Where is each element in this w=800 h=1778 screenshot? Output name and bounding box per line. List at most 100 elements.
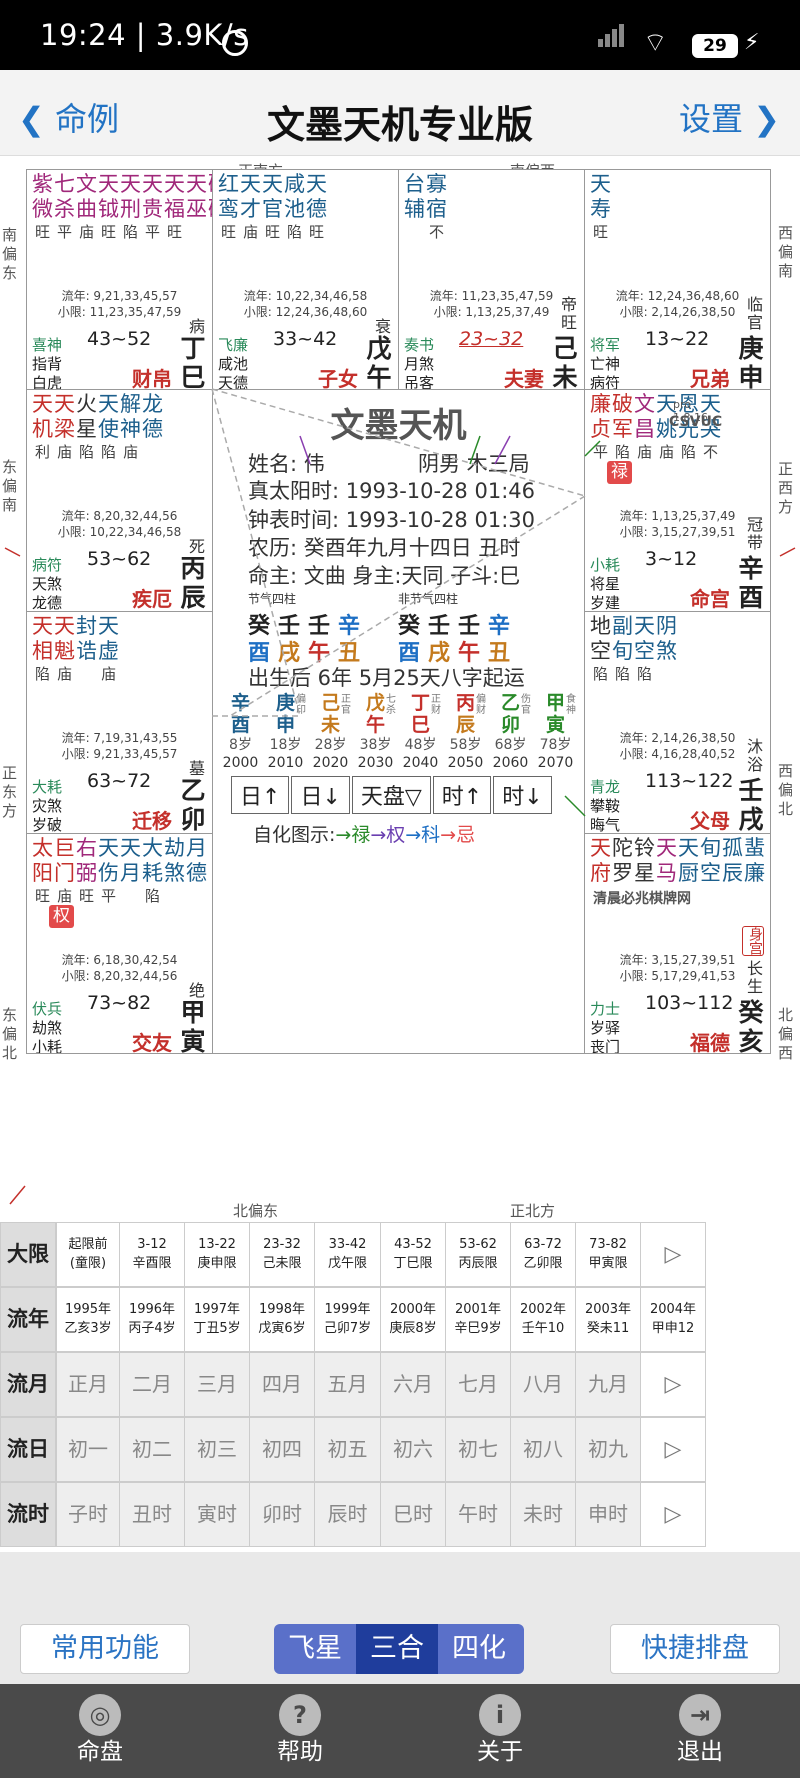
table-cell[interactable]: 八月 xyxy=(510,1352,576,1417)
table-cell[interactable]: 2000年 庚辰8岁 xyxy=(380,1287,446,1352)
palace-chen[interactable]: 天机利天梁庙火星陷天使陷解神庙龙德流年: 8,20,32,44,56 小限: 10… xyxy=(26,389,213,612)
table-cell[interactable]: 2004年 甲申12 xyxy=(640,1287,706,1352)
table-cell[interactable]: 63-72 乙卯限 xyxy=(510,1222,576,1287)
xiaoxian-ages: 小限: 3,15,27,39,51 xyxy=(619,525,736,539)
table-cell[interactable]: 33-42 戊午限 xyxy=(314,1222,381,1287)
nav-button-4[interactable]: 时↓ xyxy=(493,776,552,814)
table-cell[interactable]: 五月 xyxy=(314,1352,381,1417)
table-cell[interactable]: 2001年 辛巳9岁 xyxy=(445,1287,511,1352)
table-cell[interactable]: 初一 xyxy=(56,1417,120,1482)
table-cell[interactable]: 53-62 丙辰限 xyxy=(445,1222,511,1287)
table-cell[interactable]: 辰时 xyxy=(314,1482,381,1547)
table-cell[interactable]: 1999年 己卯7岁 xyxy=(314,1287,381,1352)
table-cell[interactable]: 1997年 丁丑5岁 xyxy=(184,1287,250,1352)
table-cell[interactable]: 初二 xyxy=(119,1417,185,1482)
table-cell[interactable]: 2002年 壬午10 xyxy=(510,1287,576,1352)
table-cell[interactable]: 起限前 (童限) xyxy=(56,1222,120,1287)
common-functions-button[interactable]: 常用功能 xyxy=(20,1624,190,1674)
segment-sihua[interactable]: 四化 xyxy=(438,1624,520,1674)
palace-god: 将星 xyxy=(590,575,621,593)
table-cell[interactable]: 七月 xyxy=(445,1352,511,1417)
table-cell[interactable]: 丑时 xyxy=(119,1482,185,1547)
dayun-year: 2030 xyxy=(357,755,394,771)
table-cell[interactable]: 九月 xyxy=(575,1352,641,1417)
table-cell[interactable]: 初六 xyxy=(380,1417,446,1482)
table-cell[interactable]: 正月 xyxy=(56,1352,120,1417)
table-cell[interactable]: 2003年 癸未11 xyxy=(575,1287,641,1352)
next-arrow-button[interactable]: ▷ xyxy=(640,1417,706,1482)
table-cell[interactable]: 卯时 xyxy=(249,1482,315,1547)
next-arrow-button[interactable]: ▷ xyxy=(640,1482,706,1547)
palace-shen[interactable]: 天寿旺流年: 12,24,36,48,60 小限: 2,14,26,38,50 13… xyxy=(584,169,771,390)
tab-2[interactable]: i 关于 xyxy=(400,1684,600,1778)
palace-god: 大耗 xyxy=(32,778,63,796)
star-name: 刑 xyxy=(120,197,141,221)
palace-xu[interactable]: 地空陷副旬陷天空陷阴煞流年: 2,14,26,38,50 小限: 4,16,28,… xyxy=(584,611,771,834)
nav-button-2[interactable]: 天盘▽ xyxy=(351,776,431,814)
star-name: 机 xyxy=(32,417,53,441)
palace-hai[interactable]: 天府陀罗铃星天马天厨旬空孤辰蜚廉清晨必兆棋牌网 身宫 流年: 3,15,27,39,… xyxy=(584,833,771,1054)
stem-branch: 己未 xyxy=(552,334,578,390)
next-arrow-button[interactable]: ▷ xyxy=(640,1222,706,1287)
table-cell[interactable]: 子时 xyxy=(56,1482,120,1547)
palace-wei[interactable]: 台辅寡宿不流年: 11,23,35,47,59 小限: 1,13,25,37,49… xyxy=(398,169,585,390)
table-cell[interactable]: 3-12 辛酉限 xyxy=(119,1222,185,1287)
tab-3[interactable]: ⇥ 退出 xyxy=(600,1684,800,1778)
table-cell[interactable]: 六月 xyxy=(380,1352,446,1417)
table-cell[interactable]: 三月 xyxy=(184,1352,250,1417)
table-cell[interactable]: 四月 xyxy=(249,1352,315,1417)
dayun-tengod: 正财 xyxy=(431,694,441,716)
table-cell[interactable]: 初三 xyxy=(184,1417,250,1482)
settings-button[interactable]: 设置 ❯ xyxy=(679,94,780,140)
table-cell[interactable]: 二月 xyxy=(119,1352,185,1417)
table-cell[interactable]: 巳时 xyxy=(380,1482,446,1547)
table-cell[interactable]: 初七 xyxy=(445,1417,511,1482)
segment-feixing[interactable]: 飞星 xyxy=(274,1624,356,1674)
table-cell[interactable]: 未时 xyxy=(510,1482,576,1547)
stem: 癸 xyxy=(248,614,271,639)
star-column: 天钺旺 xyxy=(98,172,119,242)
tab-0[interactable]: ◎ 命盘 xyxy=(0,1684,200,1778)
table-cell[interactable]: 1998年 戊寅6岁 xyxy=(249,1287,315,1352)
stem-branch: 甲寅 xyxy=(180,998,206,1054)
table-cell[interactable]: 初五 xyxy=(314,1417,381,1482)
table-cell[interactable]: 1995年 乙亥3岁 xyxy=(56,1287,120,1352)
star-name: 耗 xyxy=(142,861,163,885)
table-cell[interactable]: 申时 xyxy=(575,1482,641,1547)
nav-button-3[interactable]: 时↑ xyxy=(432,776,492,814)
info-gender: 阴男 木三局 xyxy=(418,452,530,476)
table-cell[interactable]: 初四 xyxy=(249,1417,315,1482)
table-cell[interactable]: 13-22 庚申限 xyxy=(184,1222,250,1287)
nav-button-1[interactable]: 日↓ xyxy=(291,776,350,814)
star-name: 德 xyxy=(142,417,163,441)
table-cell[interactable]: 23-32 己未限 xyxy=(249,1222,315,1287)
star-name: 副 xyxy=(612,614,633,638)
wifi-icon: ⌔ xyxy=(643,28,668,58)
table-cell[interactable]: 午时 xyxy=(445,1482,511,1547)
table-cell[interactable]: 初八 xyxy=(510,1417,576,1482)
xiaoxian-ages: 小限: 12,24,36,48,60 xyxy=(243,305,368,319)
star-name: 门 xyxy=(54,861,75,885)
dayun-column: 丁巳正财 48岁 2040 xyxy=(398,692,443,772)
palace-yin[interactable]: 太阳旺巨门庙右弼旺天伤平天月大耗陷劫煞月德权流年: 6,18,30,42,54 小… xyxy=(26,833,213,1054)
star-column: 太阳旺 xyxy=(32,836,53,906)
quick-chart-button[interactable]: 快捷排盘 xyxy=(610,1624,780,1674)
table-cell[interactable]: 43-52 丁巳限 xyxy=(380,1222,446,1287)
direction-label: 南 偏 东 xyxy=(2,226,18,282)
segment-sanhe[interactable]: 三合 xyxy=(356,1624,438,1674)
table-cell[interactable]: 寅时 xyxy=(184,1482,250,1547)
table-cell[interactable]: 初九 xyxy=(575,1417,641,1482)
nav-button-0[interactable]: 日↑ xyxy=(231,776,290,814)
next-arrow-button[interactable]: ▷ xyxy=(640,1352,706,1417)
tab-1[interactable]: ? 帮助 xyxy=(200,1684,400,1778)
palace-wu[interactable]: 红鸾旺天才庙天官旺咸池陷天德旺流年: 10,22,34,46,58 小限: 12,… xyxy=(212,169,399,390)
dayun-branch: 寅 xyxy=(545,714,565,736)
dayun-year: 2000 xyxy=(222,755,259,771)
palace-si[interactable]: 紫微旺七杀平文曲庙天钺旺天刑陷天贵平天福旺天巫破碎陷流年: 9,21,33,45… xyxy=(26,169,213,390)
table-cell[interactable]: 1996年 丙子4岁 xyxy=(119,1287,185,1352)
dayun-branch: 辰 xyxy=(455,714,475,736)
palace-mao[interactable]: 天相陷天魁庙封诰天虚庙流年: 7,19,31,43,55 小限: 9,21,33,… xyxy=(26,611,213,834)
table-cell[interactable]: 73-82 甲寅限 xyxy=(575,1222,641,1287)
star-name: 天 xyxy=(120,172,141,196)
back-button[interactable]: ❮ 命例 xyxy=(18,94,119,140)
